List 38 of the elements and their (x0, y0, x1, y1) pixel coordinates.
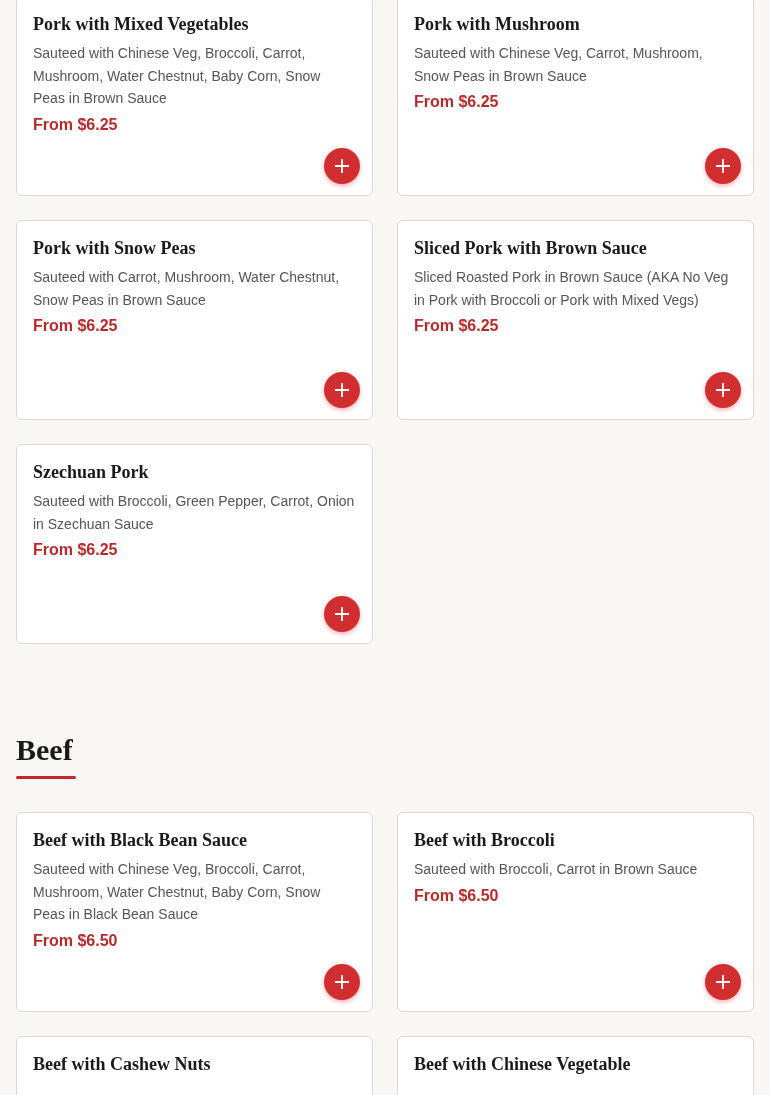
dish-description: Sauteed with Broccoli, Carrot in Brown Sauce (414, 860, 699, 879)
dish-name: Pork with Mixed Vegetables (33, 13, 250, 36)
dish-price: From $6.25 (414, 92, 500, 112)
add-button[interactable] (705, 372, 741, 408)
dish-price: From $6.25 (414, 316, 500, 336)
dish-name: Sliced Pork with Brown Sauce (414, 237, 648, 260)
dish-price: From $6.25 (33, 114, 119, 135)
add-button[interactable] (324, 372, 360, 408)
dish-name: Pork with Snow Peas (33, 237, 197, 260)
dish-description: Sauteed with Chinese Veg, Broccoli, Carrot, Mushroom, Water Chestnut, Baby Corn, Snow Peas in Black Bean Sauce (33, 860, 322, 924)
plus-icon (334, 158, 350, 174)
dish-description: Sauteed with Chinese Veg, Carrot, Mushroom, Snow Peas in Brown Sauce (414, 44, 704, 86)
dish-price: From $6.25 (33, 540, 119, 560)
add-button[interactable] (705, 148, 741, 184)
dish-description: Sauteed with Chinese Veg, Broccoli, Carrot, Mushroom, Water Chestnut, Baby Corn, Snow Peas in Brown Sauce (33, 44, 322, 108)
add-button[interactable] (705, 964, 741, 1000)
add-button[interactable] (324, 148, 360, 184)
plus-icon (715, 158, 731, 174)
dish-price: From $6.50 (414, 885, 500, 906)
plus-icon (715, 974, 731, 990)
plus-icon (334, 382, 350, 398)
dish-description: Sliced Roasted Pork in Brown Sauce (AKA No Veg in Pork with Broccoli or Pork with Mixed Vegs) (414, 268, 730, 310)
dish-name: Beef with Chinese Vegetable (414, 1053, 632, 1076)
dish-name: Beef with Broccoli (414, 829, 556, 852)
plus-icon (715, 382, 731, 398)
dish-price: From $6.25 (33, 316, 119, 336)
section-heading: Beef (16, 732, 73, 768)
dish-name: Szechuan Pork (33, 461, 150, 484)
dish-description: Sauteed with Broccoli, Green Pepper, Carrot, Onion in Szechuan Sauce (33, 492, 356, 534)
dish-name: Pork with Mushroom (414, 13, 581, 36)
add-button[interactable] (324, 596, 360, 632)
add-button[interactable] (324, 964, 360, 1000)
dish-name: Beef with Black Bean Sauce (33, 829, 248, 852)
plus-icon (334, 606, 350, 622)
dish-description: Sauteed with Carrot, Mushroom, Water Chestnut, Snow Peas in Brown Sauce (33, 268, 341, 310)
dish-price: From $6.50 (33, 930, 119, 951)
dish-name: Beef with Cashew Nuts (33, 1053, 212, 1076)
plus-icon (334, 974, 350, 990)
